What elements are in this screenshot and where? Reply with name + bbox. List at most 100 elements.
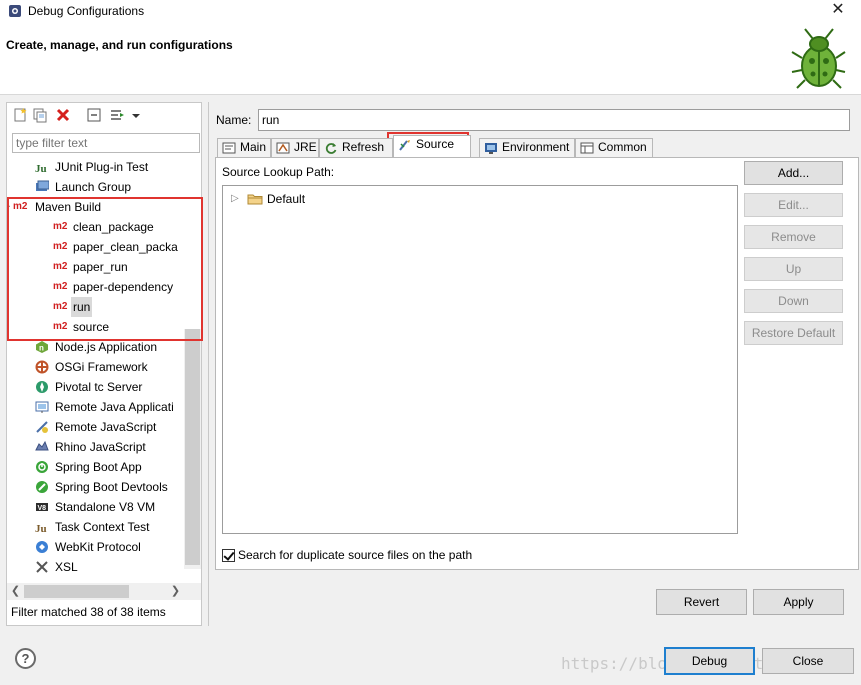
- tree-item-label: paper_clean_packa: [73, 240, 178, 254]
- filter-input[interactable]: [12, 133, 200, 153]
- svg-text:V8: V8: [38, 505, 47, 512]
- help-icon[interactable]: ?: [15, 648, 36, 669]
- source-lookup-label: Source Lookup Path:: [222, 165, 335, 179]
- nodejs-icon: n: [36, 341, 48, 353]
- v8-icon: V8: [36, 503, 48, 512]
- configuration-editor: Name: Main JRE Refresh Source Environmen…: [208, 102, 861, 626]
- tab-environment[interactable]: Environment: [479, 138, 575, 157]
- title-bar: Debug Configurations ✕: [0, 0, 861, 22]
- maven-m2-icon: m2: [53, 321, 68, 332]
- tree-item-label: WebKit Protocol: [55, 540, 141, 554]
- remote-java-icon: [35, 401, 49, 413]
- filter-status: Filter matched 38 of 38 items: [11, 605, 166, 619]
- duplicate-icon[interactable]: [32, 107, 48, 123]
- restore-default-button[interactable]: Restore Default: [744, 321, 843, 345]
- source-lookup-list[interactable]: ▷ Default: [222, 185, 738, 534]
- main-tab-icon: [222, 142, 236, 154]
- tree-item-label: Launch Group: [55, 180, 132, 194]
- close-button[interactable]: Close: [762, 648, 854, 674]
- junit-icon: Ju: [35, 163, 47, 174]
- spring-devtools-icon: [36, 481, 48, 493]
- revert-button[interactable]: Revert: [656, 589, 747, 615]
- tree-horizontal-scrollbar[interactable]: ❮ ❯: [7, 583, 201, 600]
- maven-m2-icon: m2: [53, 261, 68, 272]
- tab-label: Refresh: [342, 140, 385, 154]
- scroll-right-icon[interactable]: ❯: [167, 583, 184, 600]
- tab-common[interactable]: Common: [575, 138, 653, 157]
- tab-main[interactable]: Main: [217, 138, 271, 157]
- tree-item-label: Node.js Application: [55, 340, 158, 354]
- edit-button[interactable]: Edit...: [744, 193, 843, 217]
- tab-label: Main: [240, 140, 267, 154]
- name-input[interactable]: [258, 109, 850, 131]
- jre-tab-icon: [276, 142, 290, 154]
- debug-app-icon: [9, 5, 21, 17]
- maven-m2-icon: m2: [13, 201, 28, 212]
- tree-item-label: OSGi Framework: [55, 360, 148, 374]
- delete-icon[interactable]: [55, 107, 71, 123]
- tab-label: Common: [598, 140, 647, 154]
- debug-button[interactable]: Debug: [664, 647, 755, 675]
- add-button[interactable]: Add...: [744, 161, 843, 185]
- window-close-button[interactable]: ✕: [815, 0, 861, 22]
- svg-text:Ju: Ju: [35, 523, 47, 534]
- maven-m2-icon: m2: [53, 241, 68, 252]
- maven-m2-icon: m2: [53, 281, 68, 292]
- remote-js-icon: [36, 421, 48, 433]
- filter-configurations-icon[interactable]: [109, 107, 125, 123]
- tree-item-label: Spring Boot App: [55, 460, 142, 474]
- spring-boot-icon: [36, 461, 48, 473]
- tree-item-label: paper-dependency: [73, 280, 174, 294]
- configuration-tabs: Main JRE Refresh Source Environment Comm…: [217, 135, 857, 158]
- tree-item-label: XSL: [55, 560, 78, 574]
- osgi-icon: [35, 360, 49, 374]
- tab-label: Source: [416, 137, 455, 151]
- svg-text:Ju: Ju: [35, 163, 47, 174]
- tab-refresh[interactable]: Refresh: [319, 138, 393, 157]
- source-entry-label: Default: [267, 192, 306, 206]
- tree-item-label: Rhino JavaScript: [55, 440, 146, 454]
- xsl-icon: [36, 561, 48, 573]
- scroll-thumb[interactable]: [185, 329, 200, 565]
- bug-icon: [791, 28, 846, 89]
- pivotal-icon: [36, 381, 48, 393]
- common-tab-icon: [580, 142, 594, 154]
- dialog-banner: Create, manage, and run configurations: [0, 22, 861, 95]
- tree-item-label: Standalone V8 VM: [55, 500, 156, 514]
- scroll-thumb[interactable]: [24, 585, 129, 598]
- tree-item-label: Pivotal tc Server: [55, 380, 143, 394]
- window-title: Debug Configurations: [28, 4, 145, 18]
- up-button[interactable]: Up: [744, 257, 843, 281]
- collapse-all-icon[interactable]: [86, 107, 102, 123]
- configuration-tree-panel: JuJUnit Plug-in TestLaunch Group⌄m2Maven…: [6, 102, 202, 626]
- name-label: Name:: [216, 113, 252, 127]
- expand-arrow-icon[interactable]: ▷: [231, 190, 243, 208]
- banner-heading: Create, manage, and run configurations: [6, 38, 233, 52]
- tab-source[interactable]: Source: [393, 135, 471, 158]
- view-menu-icon[interactable]: [131, 107, 141, 123]
- tab-label: Environment: [502, 140, 570, 154]
- duplicate-source-label[interactable]: Search for duplicate source files on the…: [238, 548, 472, 562]
- apply-button[interactable]: Apply: [753, 589, 844, 615]
- source-tab-icon: [399, 140, 410, 151]
- folder-icon: [247, 194, 263, 205]
- tree-item-label: Task Context Test: [55, 520, 150, 534]
- new-configuration-icon[interactable]: [12, 107, 28, 123]
- environment-tab-icon: [485, 143, 497, 154]
- maven-m2-icon: m2: [53, 221, 68, 232]
- tree-item-label: source: [73, 320, 110, 334]
- scroll-left-icon[interactable]: ❮: [7, 583, 24, 600]
- tab-jre[interactable]: JRE: [271, 138, 319, 157]
- tree-item-label: clean_package: [73, 220, 154, 234]
- tree-item-label: Maven Build: [35, 200, 102, 214]
- tree-item-label: Spring Boot Devtools: [55, 480, 168, 494]
- rhino-icon: [35, 440, 49, 451]
- maven-m2-icon: m2: [53, 301, 68, 312]
- duplicate-source-checkbox[interactable]: [222, 549, 235, 562]
- tree-toolbar: [7, 103, 201, 127]
- svg-text:n: n: [39, 344, 44, 353]
- tree-vertical-scrollbar[interactable]: [184, 329, 201, 569]
- down-button[interactable]: Down: [744, 289, 843, 313]
- remove-button[interactable]: Remove: [744, 225, 843, 249]
- tree-item-label: JUnit Plug-in Test: [55, 160, 149, 174]
